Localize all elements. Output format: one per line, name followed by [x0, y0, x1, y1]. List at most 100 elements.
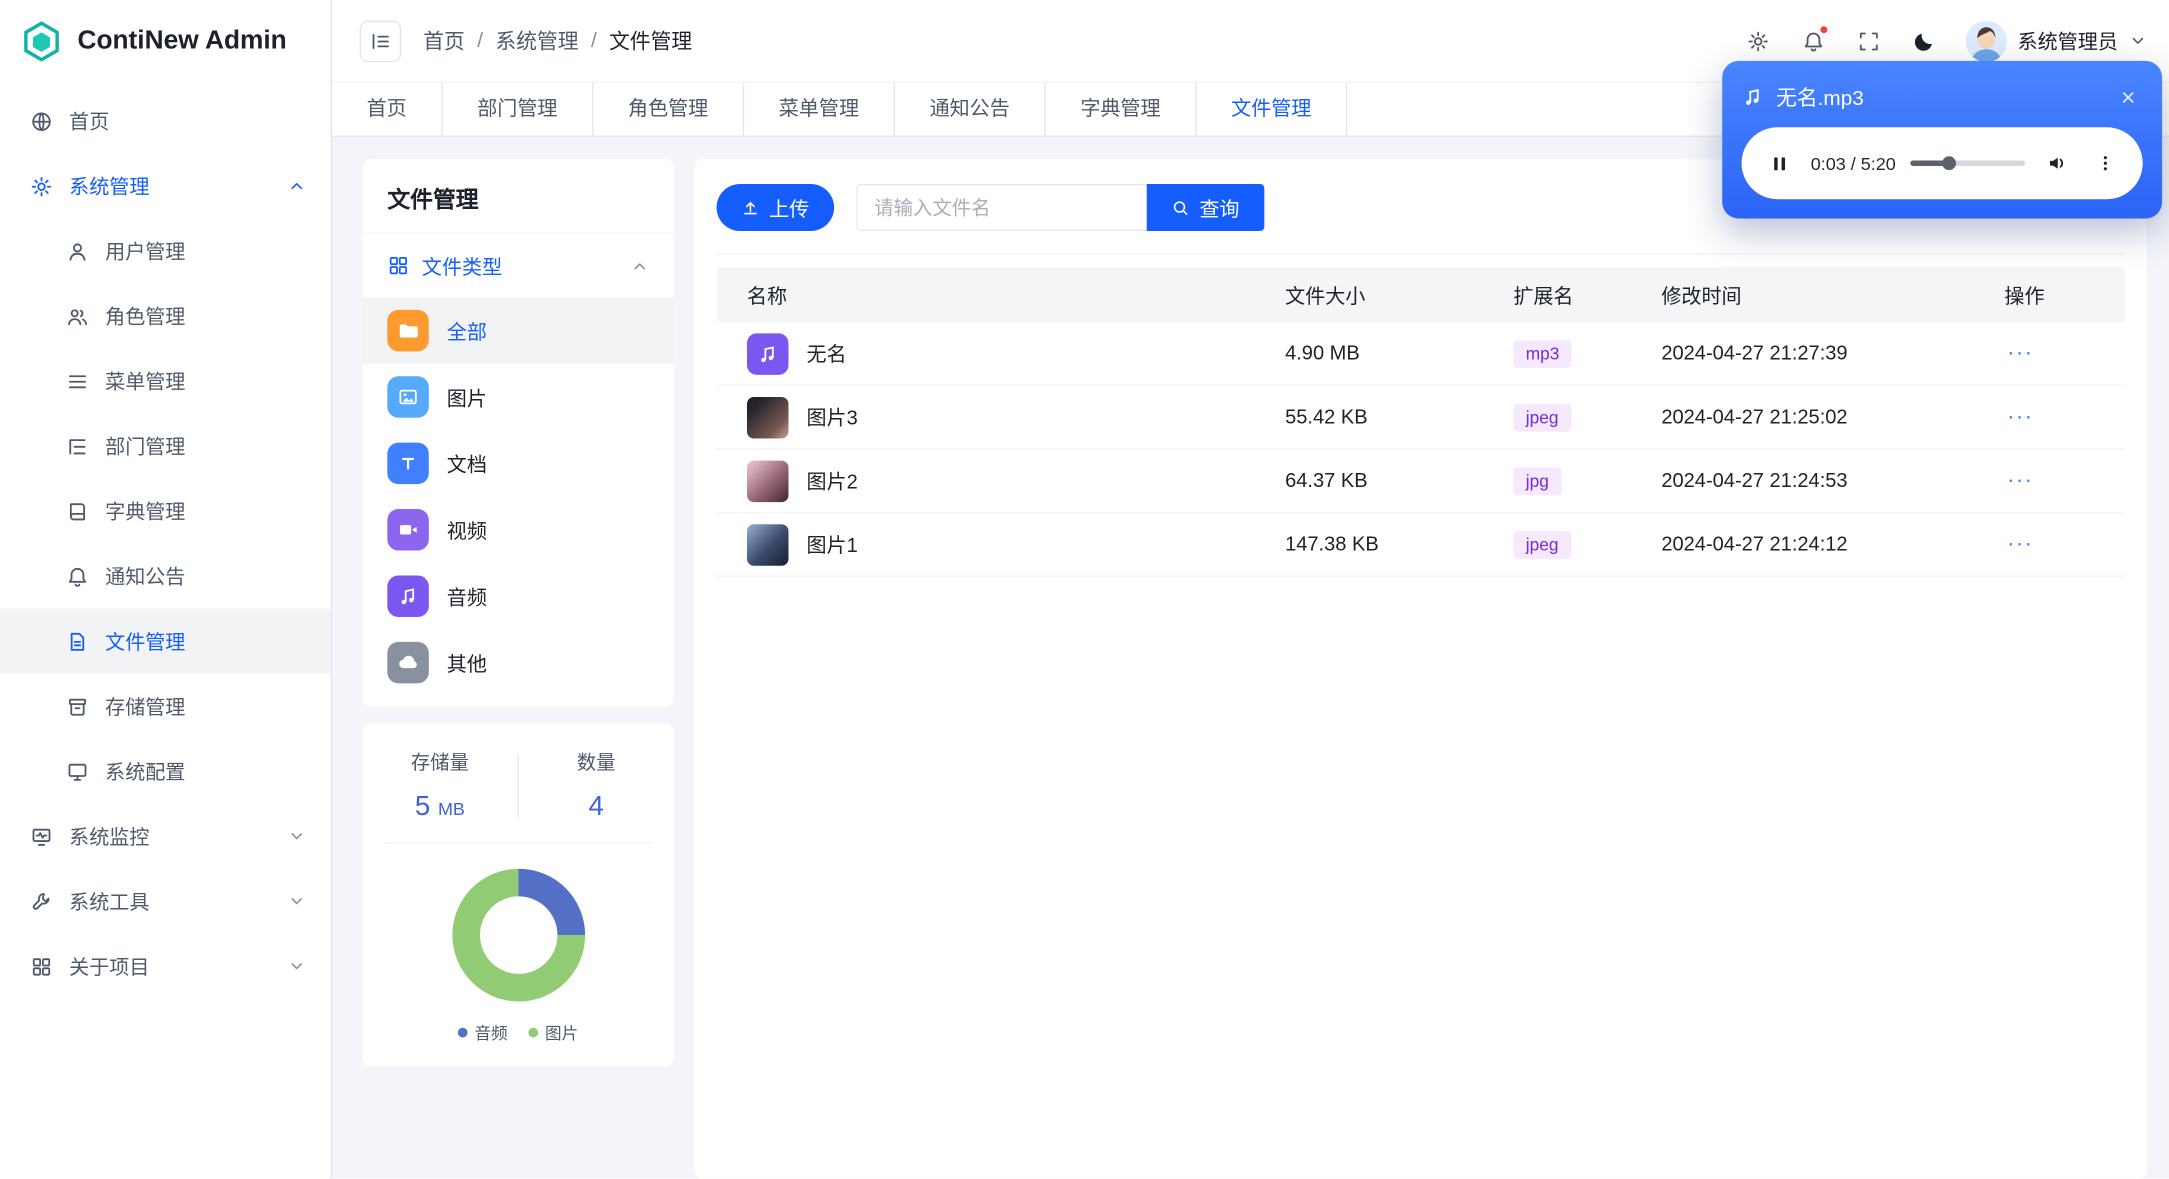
- breadcrumb-separator: /: [590, 29, 597, 53]
- sidebar-item-dictionary[interactable]: 字典管理: [0, 479, 331, 544]
- sidebar-item-label: 通知公告: [105, 567, 186, 590]
- table-row[interactable]: 图片2 64.37 KB jpg 2024-04-27 21:24:53 ···: [716, 450, 2125, 514]
- list-icon: [68, 374, 86, 388]
- tab-files[interactable]: 文件管理: [1197, 82, 1348, 136]
- donut-chart-wrap: [362, 844, 673, 1010]
- tab-roles[interactable]: 角色管理: [593, 82, 745, 136]
- file-type-label: 文档: [446, 454, 487, 477]
- user-menu[interactable]: 系统管理员: [1964, 20, 2147, 62]
- row-actions-button[interactable]: ···: [2004, 464, 2036, 497]
- player-menu-button[interactable]: [2089, 147, 2122, 180]
- sidebar-item-label: 系统配置: [105, 762, 186, 785]
- sidebar-item-storage[interactable]: 存储管理: [0, 674, 331, 739]
- volume-button[interactable]: [2040, 147, 2073, 180]
- sidebar-item-monitoring[interactable]: 系统监控: [0, 804, 331, 869]
- row-actions-button[interactable]: ···: [2004, 528, 2036, 561]
- tab-departments[interactable]: 部门管理: [443, 82, 594, 136]
- sidebar-item-notices[interactable]: 通知公告: [0, 544, 331, 609]
- file-type-label: 全部: [446, 321, 487, 344]
- sidebar-item-menus[interactable]: 菜单管理: [0, 349, 331, 414]
- notifications-button[interactable]: [1788, 16, 1838, 66]
- monitor-pulse-icon: [32, 828, 51, 846]
- legend-label: 图片: [545, 1023, 579, 1044]
- breadcrumb-home[interactable]: 首页: [423, 26, 465, 55]
- file-time: 2024-04-27 21:25:02: [1661, 405, 1848, 429]
- sidebar-item-label: 存储管理: [105, 697, 186, 720]
- gear-icon: [31, 176, 52, 196]
- sidebar-item-users[interactable]: 用户管理: [0, 219, 331, 284]
- user-icon: [69, 242, 86, 260]
- file-name[interactable]: 无名: [806, 339, 846, 368]
- file-type-images[interactable]: 图片: [362, 364, 673, 430]
- settings-button[interactable]: [1733, 16, 1783, 66]
- filename-search-input[interactable]: [856, 183, 1147, 232]
- file-table: 名称 文件大小 扩展名 修改时间 操作 无名 4.90 MB mp3 2024-…: [716, 266, 2125, 577]
- legend-item-audio[interactable]: 音频: [457, 1021, 508, 1045]
- dark-mode-button[interactable]: [1899, 16, 1949, 66]
- main-content: 文件管理 文件类型 全部 图片 文档 视频 音频 其他 存储量 5 MB 数量 …: [331, 136, 2169, 1179]
- count-value: 4: [588, 791, 604, 822]
- file-type-other[interactable]: 其他: [362, 629, 673, 695]
- sidebar-item-files[interactable]: 文件管理: [0, 608, 331, 674]
- player-title: 无名.mp3: [1776, 86, 1864, 110]
- sidebar-item-tools[interactable]: 系统工具: [0, 869, 331, 934]
- video-icon: [387, 509, 429, 551]
- col-time: 修改时间: [1661, 285, 1742, 308]
- legend-item-images[interactable]: 图片: [528, 1021, 578, 1045]
- tree-icon: [69, 438, 86, 454]
- tab-home[interactable]: 首页: [332, 82, 443, 136]
- fullscreen-icon: [1859, 31, 1878, 50]
- sidebar-item-roles[interactable]: 角色管理: [0, 284, 331, 349]
- sidebar-item-about[interactable]: 关于项目: [0, 934, 331, 999]
- player-close-button[interactable]: [2112, 82, 2142, 112]
- tab-dictionary[interactable]: 字典管理: [1046, 82, 1197, 136]
- tab-notices[interactable]: 通知公告: [895, 82, 1046, 136]
- breadcrumb-section[interactable]: 系统管理: [495, 26, 578, 55]
- sidebar-item-label: 字典管理: [105, 502, 186, 525]
- file-type-label: 其他: [446, 653, 487, 676]
- pause-button[interactable]: [1762, 147, 1795, 180]
- sidebar-item-system-management[interactable]: 系统管理: [0, 154, 331, 219]
- file-type-documents[interactable]: 文档: [362, 430, 673, 496]
- table-row[interactable]: 图片1 147.38 KB jpeg 2024-04-27 21:24:12 ·…: [716, 513, 2125, 577]
- row-actions-button[interactable]: ···: [2004, 337, 2036, 370]
- file-name[interactable]: 图片1: [806, 530, 857, 559]
- progress-slider[interactable]: [1910, 156, 2026, 171]
- upload-button[interactable]: 上传: [716, 183, 835, 232]
- sidebar-item-home[interactable]: 首页: [0, 89, 331, 154]
- file-type-videos[interactable]: 视频: [362, 497, 673, 563]
- col-actions: 操作: [2004, 285, 2045, 308]
- chevron-down-icon: [2132, 37, 2144, 44]
- chevron-down-icon: [291, 898, 302, 905]
- folder-icon: [387, 309, 429, 352]
- file-time: 2024-04-27 21:24:12: [1661, 533, 1848, 556]
- row-actions-button[interactable]: ···: [2004, 400, 2036, 433]
- ext-badge: jpeg: [1513, 530, 1571, 559]
- tab-menus[interactable]: 菜单管理: [744, 82, 895, 136]
- left-column: 文件管理 文件类型 全部 图片 文档 视频 音频 其他 存储量 5 MB 数量 …: [362, 159, 674, 1178]
- chart-legend: 音频 图片: [362, 1010, 673, 1067]
- file-type-audio[interactable]: 音频: [362, 563, 673, 629]
- file-type-all[interactable]: 全部: [362, 297, 674, 364]
- col-size: 文件大小: [1285, 285, 1366, 308]
- table-row[interactable]: 无名 4.90 MB mp3 2024-04-27 21:27:39 ···: [716, 322, 2125, 386]
- search-button[interactable]: 查询: [1146, 183, 1265, 232]
- sidebar-item-label: 系统监控: [69, 827, 150, 850]
- breadcrumb: 首页 / 系统管理 / 文件管理: [423, 26, 692, 55]
- file-name[interactable]: 图片2: [806, 466, 857, 495]
- col-ext: 扩展名: [1513, 285, 1574, 308]
- image-thumbnail: [746, 523, 789, 566]
- sidebar-item-departments[interactable]: 部门管理: [0, 414, 331, 479]
- file-name[interactable]: 图片3: [806, 403, 857, 432]
- sidebar-item-label: 用户管理: [105, 242, 186, 265]
- sidebar-collapse-button[interactable]: [359, 20, 402, 62]
- sidebar-item-label: 系统管理: [69, 177, 150, 200]
- progress-thumb[interactable]: [1941, 156, 1956, 171]
- file-type-group-toggle[interactable]: 文件类型: [362, 234, 673, 298]
- file-size: 55.42 KB: [1285, 405, 1368, 429]
- table-row[interactable]: 图片3 55.42 KB jpeg 2024-04-27 21:25:02 ··…: [716, 386, 2125, 450]
- file-icon: [70, 632, 85, 651]
- sidebar-item-config[interactable]: 系统配置: [0, 739, 331, 804]
- file-type-donut: [451, 868, 585, 1002]
- fullscreen-button[interactable]: [1843, 16, 1893, 66]
